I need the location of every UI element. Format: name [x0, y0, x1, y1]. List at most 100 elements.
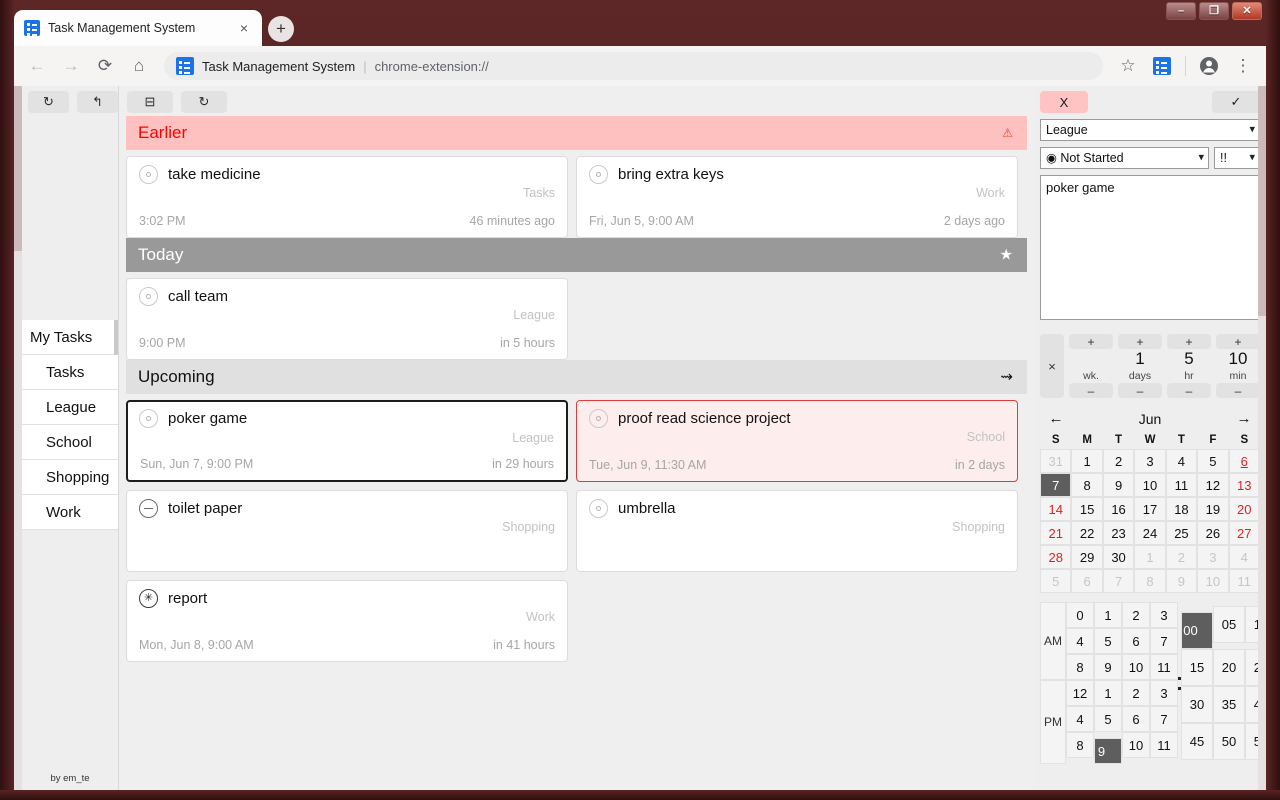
calendar-day[interactable]: 28 — [1040, 545, 1072, 569]
hour-cell[interactable]: 0 — [1066, 602, 1094, 628]
calendar-day[interactable]: 4 — [1165, 449, 1198, 473]
calendar-day[interactable]: 6 — [1228, 449, 1260, 473]
hour-cell[interactable]: 10 — [1122, 732, 1150, 758]
reload-icon[interactable]: ⟳ — [90, 51, 120, 81]
minute-cell[interactable]: 20 — [1213, 649, 1245, 686]
hour-cell[interactable]: 7 — [1150, 706, 1178, 732]
calendar-day[interactable]: 20 — [1228, 497, 1260, 521]
back-icon[interactable]: ← — [22, 51, 52, 81]
task-card[interactable]: bring extra keys Work Fri, Jun 5, 9:00 AM 2… — [576, 156, 1018, 238]
hour-cell[interactable]: 9 — [1094, 738, 1122, 764]
task-card[interactable]: poker game League Sun, Jun 7, 9:00 PM in 29… — [126, 400, 568, 482]
calendar-day[interactable]: 19 — [1197, 497, 1229, 521]
refresh-button[interactable]: ↻ — [181, 91, 227, 113]
calendar-day[interactable]: 9 — [1165, 569, 1198, 593]
calendar-day[interactable]: 29 — [1071, 545, 1103, 569]
calendar-day[interactable]: 22 — [1071, 521, 1103, 545]
decrement-button[interactable]: – — [1069, 383, 1113, 398]
circle-dash-icon[interactable] — [139, 499, 158, 518]
sidebar-item-tasks[interactable]: Tasks — [22, 355, 126, 390]
increment-button[interactable]: + — [1118, 334, 1162, 349]
minute-cell[interactable]: 35 — [1213, 686, 1245, 723]
hour-cell[interactable]: 5 — [1094, 706, 1122, 732]
task-card[interactable]: umbrella Shopping — [576, 490, 1018, 572]
hour-cell[interactable]: 1 — [1094, 680, 1122, 706]
clear-duration-button[interactable]: × — [1040, 334, 1064, 398]
group-warn-icon[interactable]: ⚠ — [1002, 127, 1013, 139]
hour-cell[interactable]: 12 — [1066, 680, 1094, 706]
calendar-day[interactable]: 25 — [1165, 521, 1198, 545]
calendar-day[interactable]: 4 — [1228, 545, 1260, 569]
minimize-button[interactable]: – — [1166, 2, 1196, 20]
calendar-day[interactable]: 1 — [1134, 545, 1166, 569]
hour-cell[interactable]: 2 — [1122, 602, 1150, 628]
task-card[interactable]: proof read science project School Tue, Jun… — [576, 400, 1018, 482]
calendar-day[interactable]: 9 — [1102, 473, 1135, 497]
calendar-day[interactable]: 13 — [1228, 473, 1260, 497]
extension-toolbar-icon[interactable] — [1147, 51, 1177, 81]
chrome-menu-icon[interactable]: ⋮ — [1228, 51, 1258, 81]
calendar-day[interactable]: 24 — [1134, 521, 1166, 545]
decrement-button[interactable]: – — [1167, 383, 1211, 398]
hour-cell[interactable]: 6 — [1122, 706, 1150, 732]
hour-cell[interactable]: 4 — [1066, 706, 1094, 732]
calendar-day[interactable]: 5 — [1197, 449, 1229, 473]
calendar-day[interactable]: 3 — [1134, 449, 1166, 473]
circle-dot-icon[interactable] — [139, 165, 158, 184]
decrement-button[interactable]: – — [1118, 383, 1162, 398]
close-tab-icon[interactable]: × — [236, 20, 252, 36]
calendar-day[interactable]: 5 — [1040, 569, 1072, 593]
hour-cell[interactable]: 8 — [1066, 654, 1094, 680]
circle-dot-icon[interactable] — [589, 409, 608, 428]
calendar-day[interactable]: 23 — [1102, 521, 1135, 545]
next-month-button[interactable]: → — [1234, 410, 1254, 427]
calendar-day[interactable]: 7 — [1102, 569, 1135, 593]
circle-dot-icon[interactable] — [139, 409, 158, 428]
minute-cell[interactable]: 05 — [1213, 606, 1245, 643]
hour-cell[interactable]: 11 — [1150, 654, 1178, 680]
increment-button[interactable]: + — [1167, 334, 1211, 349]
calendar-day[interactable]: 16 — [1102, 497, 1135, 521]
list-select[interactable]: LeagueTasksSchoolShoppingWork — [1040, 119, 1260, 141]
hour-cell[interactable]: 4 — [1066, 628, 1094, 654]
hour-cell[interactable]: 9 — [1094, 654, 1122, 680]
increment-button[interactable]: + — [1069, 334, 1113, 349]
minute-cell[interactable]: 00 — [1181, 612, 1213, 649]
undo-button[interactable]: ↻ — [28, 91, 69, 113]
calendar-day[interactable]: 11 — [1165, 473, 1198, 497]
calendar-day[interactable]: 30 — [1102, 545, 1135, 569]
calendar-day[interactable]: 18 — [1165, 497, 1198, 521]
calendar-day[interactable]: 8 — [1134, 569, 1166, 593]
sidebar-item-my-tasks[interactable]: My Tasks — [22, 320, 126, 355]
task-card[interactable]: ✳ report Work Mon, Jun 8, 9:00 AM in 41 hour… — [126, 580, 568, 662]
hour-cell[interactable]: 5 — [1094, 628, 1122, 654]
calendar-day[interactable]: 7 — [1040, 473, 1072, 497]
bookmark-star-icon[interactable]: ☆ — [1113, 51, 1143, 81]
redo-button[interactable]: ↰ — [77, 91, 118, 113]
task-card[interactable]: toilet paper Shopping — [126, 490, 568, 572]
detail-scrollbar[interactable] — [1258, 86, 1266, 790]
calendar-day[interactable]: 14 — [1040, 497, 1072, 521]
priority-select[interactable]: !!!!!! — [1214, 147, 1260, 169]
calendar-day[interactable]: 31 — [1040, 449, 1072, 473]
sidebar-item-league[interactable]: League — [22, 390, 126, 425]
profile-avatar-icon[interactable] — [1194, 51, 1224, 81]
maximize-button[interactable]: ❐ — [1199, 2, 1229, 20]
group-header-earlier[interactable]: Earlier ⚠ — [126, 116, 1027, 150]
circle-star-icon[interactable]: ✳ — [139, 589, 158, 608]
collapse-button[interactable]: ⊟ — [127, 91, 173, 113]
calendar-day[interactable]: 8 — [1071, 473, 1103, 497]
hour-cell[interactable]: 6 — [1122, 628, 1150, 654]
detail-scrollbar-thumb[interactable] — [1258, 86, 1266, 316]
hour-cell[interactable]: 2 — [1122, 680, 1150, 706]
calendar-day[interactable]: 21 — [1040, 521, 1072, 545]
minute-cell[interactable]: 45 — [1181, 723, 1213, 760]
hour-cell[interactable]: 11 — [1150, 732, 1178, 758]
increment-button[interactable]: + — [1216, 334, 1260, 349]
forward-icon[interactable]: → — [56, 51, 86, 81]
hour-cell[interactable]: 3 — [1150, 680, 1178, 706]
calendar-day[interactable]: 6 — [1071, 569, 1103, 593]
calendar-day[interactable]: 11 — [1228, 569, 1260, 593]
sidebar-item-work[interactable]: Work — [22, 495, 126, 530]
sidebar-item-shopping[interactable]: Shopping — [22, 460, 126, 495]
